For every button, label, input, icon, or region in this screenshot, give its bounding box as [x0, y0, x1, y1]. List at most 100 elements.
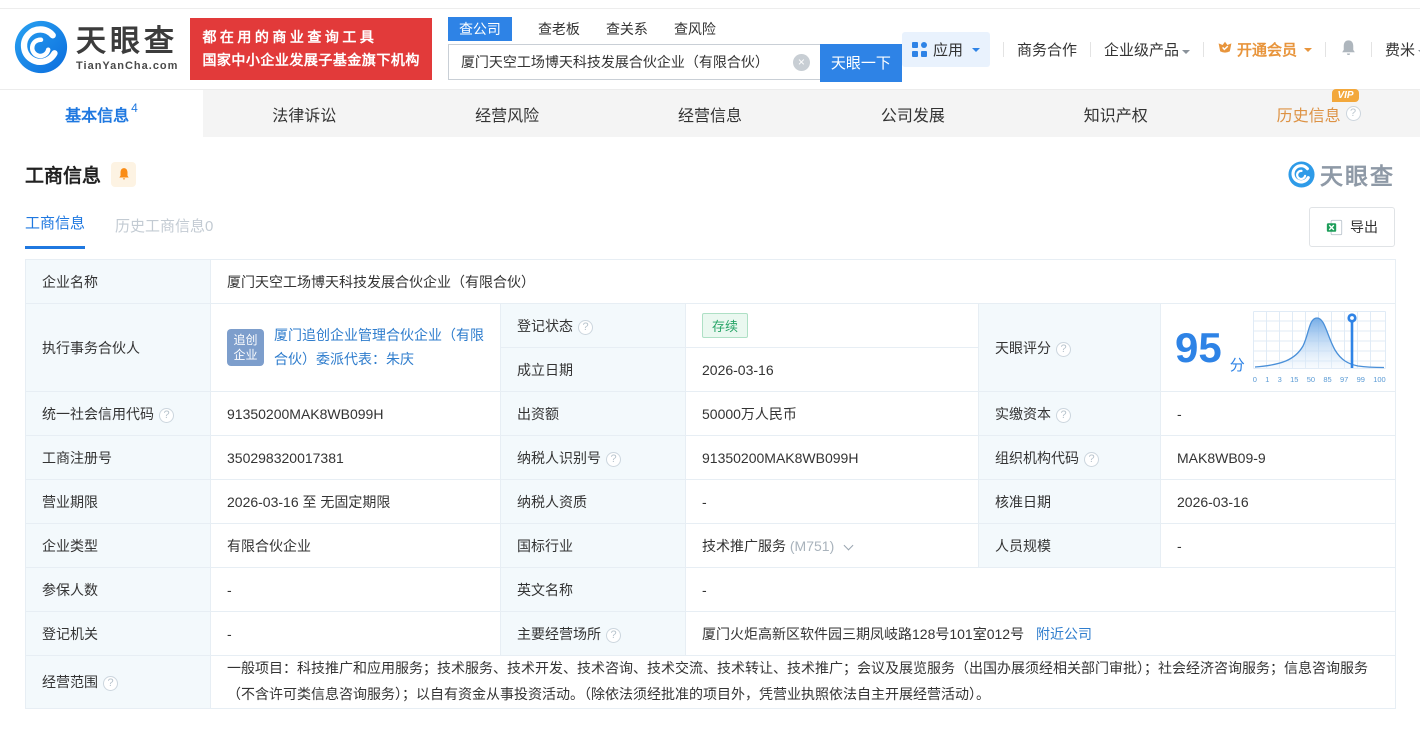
- address-label: 主要经营场所?: [500, 611, 686, 656]
- subtab-business-registration[interactable]: 工商信息: [25, 212, 86, 249]
- apps-label: 应用: [932, 41, 963, 59]
- excel-icon: [1326, 219, 1343, 235]
- table-row: 经营范围? 一般项目：科技推广和应用服务；技术服务、技术开发、技术咨询、技术交流…: [25, 655, 1397, 709]
- search-tab-boss[interactable]: 查老板: [538, 19, 580, 39]
- apps-grid-icon: [911, 41, 927, 57]
- table-row: 执行事务合伙人 追创 企业 厦门追创企业管理合伙企业（有限合伙）委派代表：朱庆 …: [25, 303, 1397, 392]
- chevron-down-icon: [1304, 48, 1312, 56]
- english-name-value: -: [684, 567, 1397, 612]
- partner-company-badge: 追创 企业: [227, 329, 264, 366]
- reg-authority-value: -: [210, 611, 501, 656]
- company-type-value: 有限合伙企业: [210, 523, 501, 568]
- chevron-down-icon: [1181, 49, 1190, 58]
- help-icon[interactable]: ?: [159, 407, 174, 423]
- company-name-value: 厦门天空工场博天科技发展合伙企业（有限合伙）: [209, 259, 1397, 304]
- help-icon[interactable]: ?: [606, 451, 621, 467]
- score-value: 95: [1175, 323, 1222, 371]
- notifications-bell-icon[interactable]: [1339, 38, 1358, 61]
- org-code-label: 组织机构代码?: [978, 435, 1161, 480]
- export-button[interactable]: 导出: [1309, 207, 1395, 247]
- score-curve-chart: 0 1 3 15 50 85 97 99 100: [1252, 311, 1388, 384]
- insured-count-label: 参保人数: [25, 567, 211, 612]
- table-row: 登记机关 - 主要经营场所? 厦门火炬高新区软件园三期凤岐路128号101室01…: [25, 611, 1397, 656]
- logo-domain: TianYanCha.com: [76, 59, 179, 72]
- establish-date-label: 成立日期: [500, 347, 686, 392]
- business-scope-value: 一般项目：科技推广和应用服务；技术服务、技术开发、技术咨询、技术交流、技术转让、…: [209, 655, 1397, 709]
- search-button[interactable]: 天眼一下: [819, 43, 902, 82]
- help-icon[interactable]: ?: [1056, 407, 1071, 423]
- tab-legal-lawsuits[interactable]: 法律诉讼: [203, 90, 406, 137]
- clear-search-icon[interactable]: ×: [792, 53, 810, 71]
- logo-title: 天眼查: [76, 24, 178, 58]
- table-row: 工商注册号 350298320017381 纳税人识别号? 91350200MA…: [25, 435, 1397, 480]
- registration-status-label: 登记状态?: [500, 303, 686, 348]
- help-icon[interactable]: ?: [1084, 451, 1099, 467]
- section-title: 工商信息: [25, 165, 102, 187]
- tianyan-score-label: 天眼评分?: [978, 303, 1161, 392]
- divider: [1002, 41, 1004, 57]
- paid-capital-value: -: [1159, 391, 1397, 436]
- help-icon[interactable]: ?: [606, 627, 621, 643]
- table-row: 营业期限 2026-03-16 至 无固定期限 纳税人资质 - 核准日期 202…: [25, 479, 1397, 524]
- subscribe-bell-icon[interactable]: [111, 161, 137, 187]
- approval-date-value: 2026-03-16: [1159, 479, 1397, 524]
- staff-size-value: -: [1159, 523, 1397, 568]
- open-vip-button[interactable]: 开通会员: [1217, 39, 1312, 60]
- vip-crown-icon: [1218, 41, 1232, 53]
- divider: [1325, 41, 1326, 57]
- search-box: 查公司 查老板 查关系 查风险 × 天眼一下: [447, 16, 902, 82]
- tab-history-info[interactable]: VIP 历史信息 ?: [1217, 88, 1420, 137]
- table-row: 企业类型 有限合伙企业 国标行业 技术推广服务 (M751) 人员规模 -: [25, 523, 1397, 568]
- promo-banner-line2: 国家中小企业发展子基金旗下机构: [202, 52, 420, 68]
- search-tab-risk[interactable]: 查风险: [674, 19, 716, 39]
- user-menu[interactable]: 费米: [1385, 39, 1420, 60]
- business-scope-label: 经营范围?: [25, 655, 211, 709]
- top-divider: [0, 0, 1420, 9]
- search-tab-relation[interactable]: 查关系: [606, 19, 648, 39]
- taxpayer-quality-label: 纳税人资质: [500, 479, 686, 524]
- divider: [1371, 41, 1372, 57]
- tab-operating-risk[interactable]: 经营风险: [406, 90, 609, 137]
- business-term-label: 营业期限: [25, 479, 211, 524]
- tab-intellectual-property[interactable]: 知识产权: [1014, 90, 1217, 137]
- apps-menu[interactable]: 应用: [901, 31, 990, 67]
- tab-basic-info[interactable]: 基本信息 4: [0, 90, 203, 137]
- help-icon[interactable]: ?: [578, 319, 593, 335]
- reg-number-value: 350298320017381: [210, 435, 501, 480]
- company-tab-bar: 基本信息 4 法律诉讼 经营风险 经营信息 公司发展 知识产权 VIP 历史信息 …: [0, 88, 1420, 137]
- reg-number-label: 工商注册号: [25, 435, 211, 480]
- subtab-history-registration[interactable]: 历史工商信息0: [115, 215, 213, 249]
- help-icon[interactable]: ?: [1345, 106, 1361, 121]
- header-nav: 应用 商务合作 企业级产品 开通会员 费米: [901, 31, 1420, 67]
- reg-authority-label: 登记机关: [25, 611, 211, 656]
- chevron-down-icon: [971, 48, 980, 56]
- tianyancha-logo[interactable]: 天眼查 TianYanCha.com: [14, 20, 178, 79]
- nearby-companies-link[interactable]: 附近公司: [1036, 626, 1092, 642]
- address-value: 厦门火炬高新区软件园三期凤岐路128号101室012号 附近公司: [684, 611, 1397, 656]
- help-icon[interactable]: ?: [1056, 341, 1071, 357]
- nav-cooperation[interactable]: 商务合作: [1017, 39, 1077, 60]
- industry-value: 技术推广服务 (M751): [685, 523, 979, 568]
- help-icon[interactable]: ?: [103, 675, 118, 691]
- org-code-value: MAK8WB09-9: [1159, 435, 1397, 480]
- approval-date-label: 核准日期: [978, 479, 1161, 524]
- search-input[interactable]: [447, 43, 820, 80]
- tianyan-score-cell[interactable]: 95 分 0 1 3 15 50 85 97 99 100: [1159, 303, 1397, 392]
- tab-company-development[interactable]: 公司发展: [811, 90, 1014, 137]
- table-row: 参保人数 - 英文名称 -: [25, 567, 1397, 612]
- insured-count-value: -: [210, 567, 501, 612]
- table-row: 统一社会信用代码? 91350200MAK8WB099H 出资额 50000万人…: [25, 391, 1397, 436]
- executive-partner-link[interactable]: 厦门追创企业管理合伙企业（有限合伙）委派代表：朱庆: [274, 324, 484, 372]
- nav-enterprise-products[interactable]: 企业级产品: [1104, 39, 1190, 60]
- executive-partner-label: 执行事务合伙人: [25, 303, 211, 392]
- tab-business-info[interactable]: 经营信息: [609, 90, 812, 137]
- tianyancha-logo-icon: [14, 20, 68, 79]
- business-term-value: 2026-03-16 至 无固定期限: [210, 479, 501, 524]
- table-row: 企业名称 厦门天空工场博天科技发展合伙企业（有限合伙）: [25, 259, 1397, 304]
- tab-count: 4: [131, 100, 138, 115]
- chevron-down-icon[interactable]: [843, 540, 854, 550]
- company-name-label: 企业名称: [25, 259, 211, 304]
- search-tab-company[interactable]: 查公司: [447, 16, 512, 41]
- promo-banner-line1: 都在用的商业查询工具: [202, 28, 378, 45]
- status-badge: 存续: [702, 313, 749, 338]
